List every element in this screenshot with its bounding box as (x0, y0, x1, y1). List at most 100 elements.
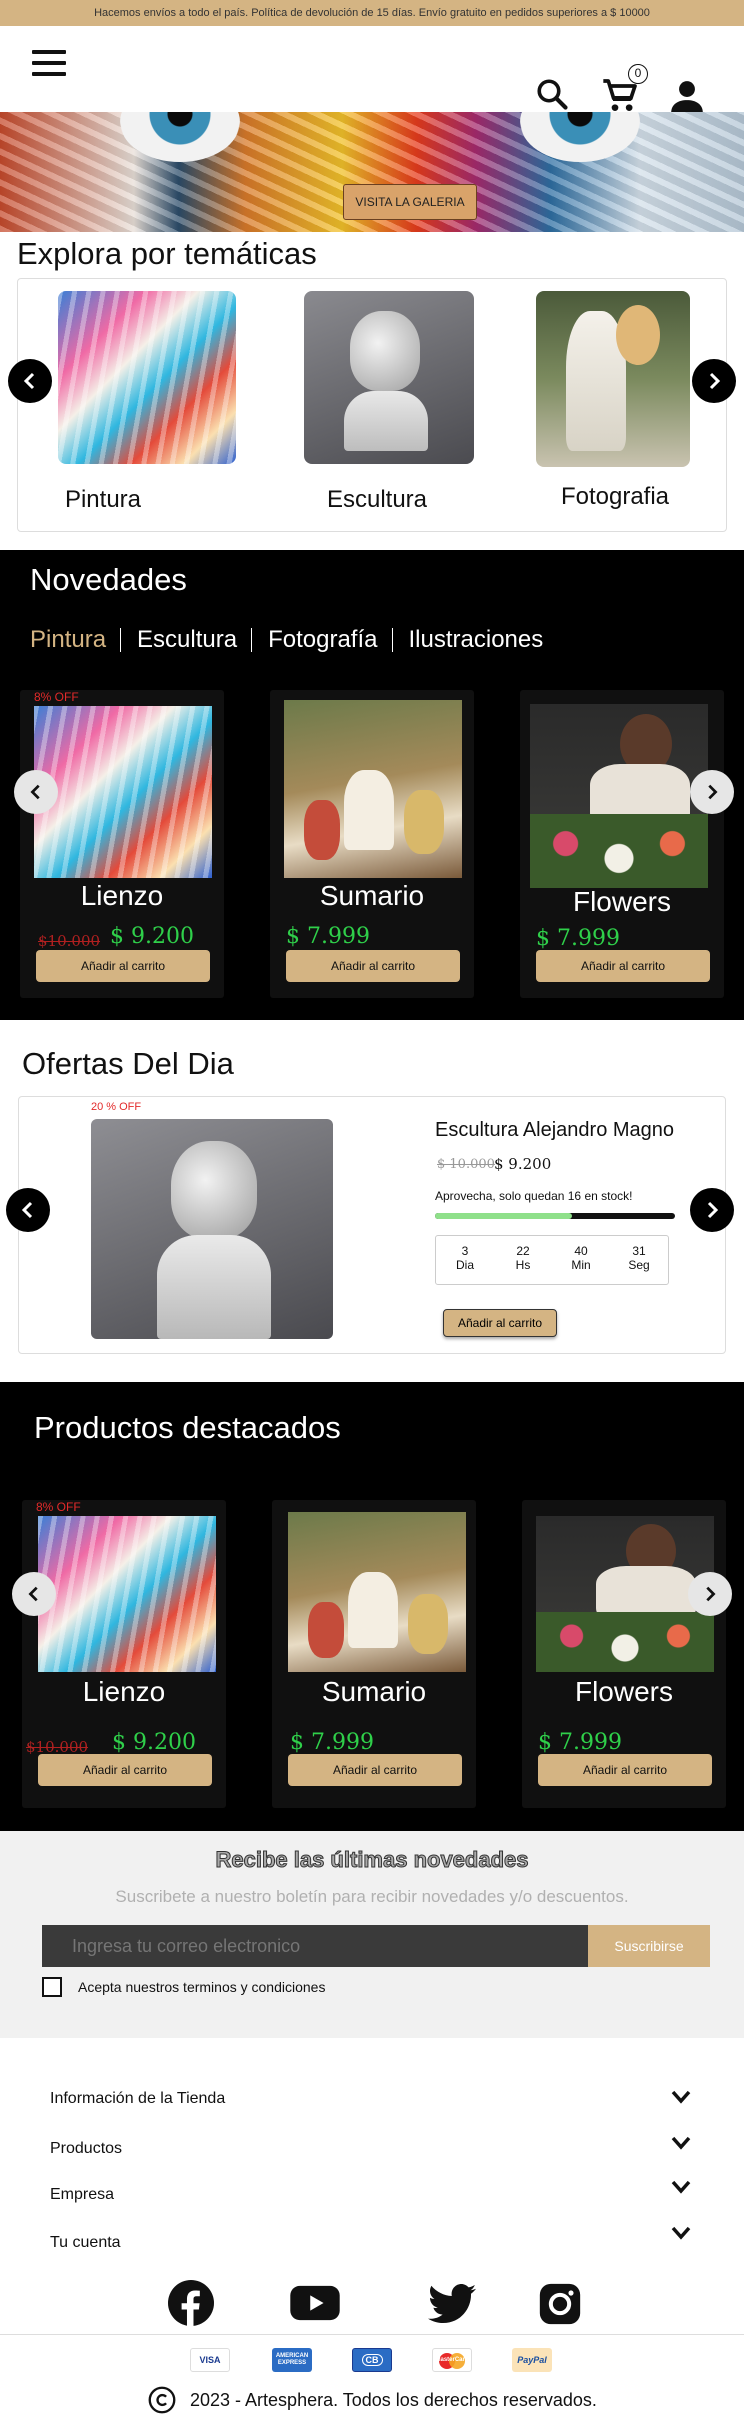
user-icon[interactable] (668, 78, 706, 116)
chevron-left-icon (23, 372, 35, 390)
product-price: $ 7.999 (536, 926, 620, 951)
newsletter-section: Recibe las últimas novedades Suscribete … (0, 1831, 744, 2038)
chevron-right-icon (708, 784, 718, 800)
add-to-cart-button[interactable]: Añadir al carrito (38, 1754, 212, 1786)
categories-title: Explora por temáticas (17, 236, 317, 271)
news-product-card[interactable]: 8% OFF Lienzo $10.000 $ 9.200 Añadir al … (20, 690, 224, 998)
product-price: $ 7.999 (286, 924, 370, 949)
footer-company[interactable]: Empresa (50, 2186, 114, 2204)
news-product-card[interactable]: Flowers $ 7.999 Añadir al carrito (520, 690, 724, 998)
chevron-left-icon (21, 1201, 33, 1219)
search-icon[interactable] (534, 76, 570, 112)
category-photography-image[interactable] (536, 291, 690, 467)
news-prev-button[interactable] (14, 770, 58, 814)
offer-card: 20 % OFF Escultura Alejandro Magno $ 10.… (18, 1096, 726, 1354)
chevron-down-icon[interactable] (670, 2134, 692, 2152)
cart-button[interactable]: 0 (600, 64, 648, 116)
category-sculpture-label[interactable]: Escultura (312, 486, 442, 514)
product-image[interactable] (38, 1516, 216, 1672)
product-old-price: $10.000 (38, 932, 101, 950)
product-name: Sumario (319, 880, 425, 911)
category-sculpture-image[interactable] (304, 291, 474, 464)
paypal-icon: PayPal (512, 2348, 552, 2372)
tab-fotografia[interactable]: Fotografía (268, 626, 391, 654)
footer-products[interactable]: Productos (50, 2140, 122, 2158)
countdown-minutes: 40 Min (571, 1244, 591, 1272)
tab-escultura[interactable]: Escultura (137, 626, 251, 654)
offer-add-to-cart-button[interactable]: Añadir al carrito (443, 1309, 557, 1337)
site-header: 0 (0, 26, 744, 113)
featured-product-card[interactable]: Sumario $ 7.999 Añadir al carrito (272, 1500, 476, 1808)
copyright-icon (148, 2386, 176, 2414)
twitter-icon[interactable] (428, 2284, 476, 2324)
news-product-card[interactable]: Sumario $ 7.999 Añadir al carrito (270, 690, 474, 998)
news-section: Novedades Pintura Escultura Fotografía I… (0, 550, 744, 1020)
category-painting-label[interactable]: Pintura (58, 486, 148, 514)
chevron-right-icon (707, 1201, 719, 1219)
chevron-down-icon[interactable] (670, 2178, 692, 2196)
categories-next-button[interactable] (692, 359, 736, 403)
product-name: Lienzo (82, 1676, 166, 1707)
newsletter-subtitle: Suscribete a nuestro boletín para recibi… (115, 1887, 629, 1906)
visit-gallery-button[interactable]: VISITA LA GALERIA (343, 184, 477, 220)
newsletter-title: Recibe las últimas novedades (215, 1847, 529, 1873)
email-input[interactable] (42, 1925, 588, 1967)
tab-divider (251, 628, 253, 652)
footer-account[interactable]: Tu cuenta (50, 2234, 121, 2252)
offer-old-price: $ 10.000 (437, 1157, 495, 1172)
tab-divider (391, 628, 393, 652)
amex-icon: AMERICAN EXPRESS (272, 2348, 312, 2372)
product-image[interactable] (288, 1512, 466, 1672)
youtube-icon[interactable] (290, 2284, 340, 2322)
featured-product-card[interactable]: Flowers $ 7.999 Añadir al carrito (522, 1500, 726, 1808)
offer-product-image[interactable] (91, 1119, 333, 1339)
product-image[interactable] (530, 704, 708, 888)
category-photography-label[interactable]: Fotografia (548, 483, 682, 511)
chevron-down-icon[interactable] (670, 2088, 692, 2106)
facebook-icon[interactable] (168, 2280, 214, 2326)
hero-right-eye (520, 112, 640, 162)
add-to-cart-button[interactable]: Añadir al carrito (36, 950, 210, 982)
product-name: Sumario (321, 1676, 427, 1707)
offers-next-button[interactable] (690, 1188, 734, 1232)
tab-divider (120, 628, 122, 652)
countdown: 3 Dia 22 Hs 40 Min 31 Seg (435, 1235, 669, 1285)
subscribe-button[interactable]: Suscribirse (588, 1925, 710, 1967)
add-to-cart-button[interactable]: Añadir al carrito (286, 950, 460, 982)
product-name: Flowers (574, 1676, 673, 1707)
footer-divider (0, 2334, 744, 2335)
featured-prev-button[interactable] (12, 1572, 56, 1616)
menu-icon[interactable] (32, 50, 66, 83)
tab-pintura[interactable]: Pintura (30, 626, 120, 654)
discount-badge: 8% OFF (34, 690, 79, 704)
tab-ilustraciones[interactable]: Ilustraciones (409, 626, 558, 654)
terms-checkbox[interactable] (42, 1977, 62, 1997)
category-painting-image[interactable] (58, 291, 236, 464)
discount-badge: 8% OFF (36, 1500, 81, 1514)
offers-prev-button[interactable] (6, 1188, 50, 1232)
product-price: $ 7.999 (290, 1730, 374, 1755)
news-next-button[interactable] (690, 770, 734, 814)
product-image[interactable] (34, 706, 212, 878)
chevron-down-icon[interactable] (670, 2224, 692, 2242)
chevron-left-icon (28, 1586, 38, 1602)
instagram-icon[interactable] (538, 2282, 582, 2326)
countdown-seconds: 31 Seg (628, 1244, 650, 1272)
shipping-banner-text: Hacemos envíos a todo el país. Política … (94, 7, 650, 19)
footer-store-info[interactable]: Información de la Tienda (50, 2090, 225, 2108)
stock-progress-bar (435, 1213, 675, 1219)
chevron-left-icon (30, 784, 40, 800)
visa-icon: VISA (190, 2348, 230, 2372)
chevron-right-icon (709, 372, 721, 390)
featured-next-button[interactable] (688, 1572, 732, 1616)
shipping-banner: Hacemos envíos a todo el país. Política … (0, 0, 744, 26)
countdown-days: 3 Dia (455, 1244, 474, 1272)
add-to-cart-button[interactable]: Añadir al carrito (536, 950, 710, 982)
hero-left-eye (120, 112, 240, 162)
add-to-cart-button[interactable]: Añadir al carrito (538, 1754, 712, 1786)
offer-product-name: Escultura Alejandro Magno (435, 1119, 675, 1141)
add-to-cart-button[interactable]: Añadir al carrito (288, 1754, 462, 1786)
product-image[interactable] (284, 700, 462, 878)
featured-product-card[interactable]: 8% OFF Lienzo $10.000 $ 9.200 Añadir al … (22, 1500, 226, 1808)
categories-prev-button[interactable] (8, 359, 52, 403)
